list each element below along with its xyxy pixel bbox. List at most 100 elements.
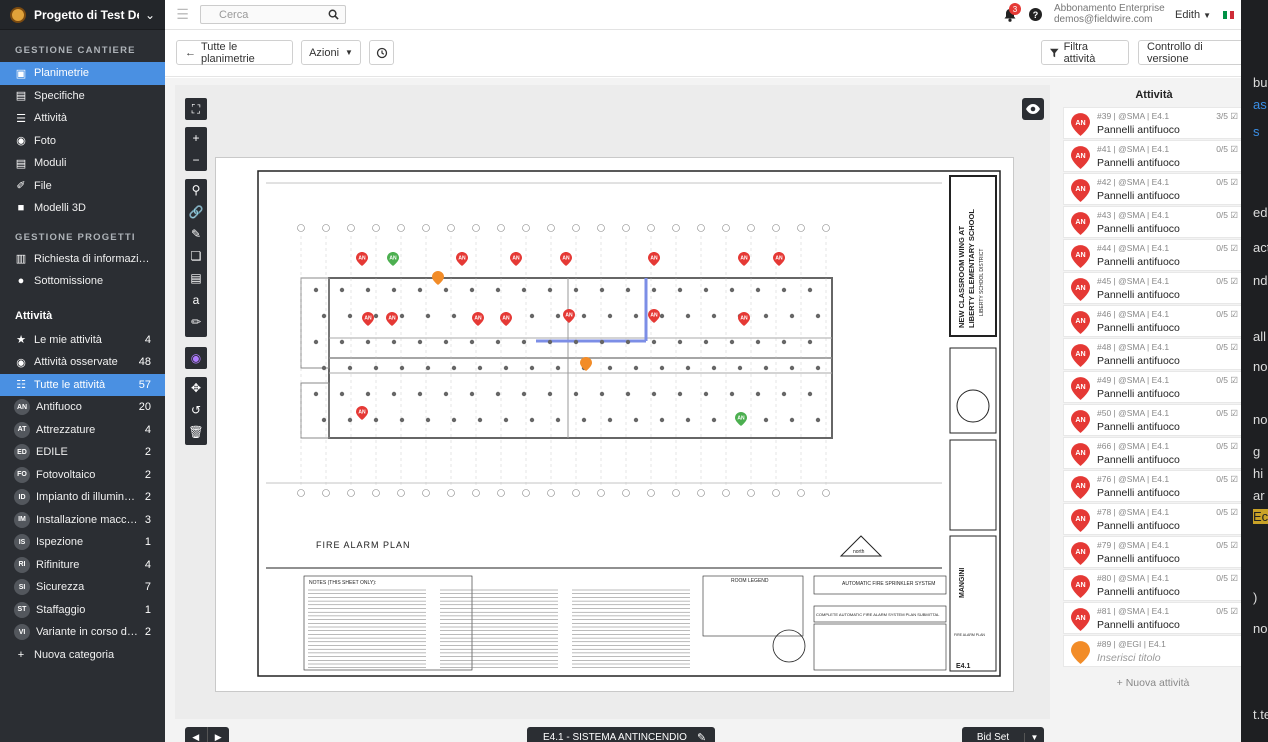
plan-pin-icon[interactable]: AN — [387, 252, 399, 266]
activity-card[interactable]: AN #81 | @SMA | E4.1 0/5 ☑ Pannelli antifuo… — [1063, 602, 1245, 634]
sidebar-item[interactable]: ◉ Attività osservate 48 — [0, 351, 165, 374]
plan-viewer[interactable]: ⛶ + − ⚲ 🔗 ✎ ❏ ▤ a ✏ ◉ ✥ ↺ 🗑 FIRE ALARM P… — [175, 85, 1050, 719]
zoom-in-icon[interactable]: + — [185, 127, 207, 149]
plan-pin-icon[interactable]: AN — [510, 252, 522, 266]
sidebar-item[interactable]: ▤ Moduli — [0, 152, 165, 175]
italian-flag-icon[interactable] — [1223, 11, 1235, 19]
sidebar-item[interactable]: SI Sicurezza 7 — [0, 576, 165, 599]
back-to-plans-button[interactable]: ← Tutte le planimetrie — [176, 40, 293, 65]
plan-pin-icon[interactable]: AN — [735, 412, 747, 426]
sidebar-item[interactable]: AT Attrezzature 4 — [0, 419, 165, 442]
next-sheet-icon[interactable]: ▶ — [208, 727, 230, 742]
sidebar-item[interactable]: VI Variante in corso d'op... 2 — [0, 621, 165, 644]
sidebar-item[interactable]: ■ Modelli 3D — [0, 197, 165, 220]
move-icon[interactable]: ✥ — [185, 377, 207, 399]
expand-icon[interactable]: ⛶ — [185, 98, 207, 120]
plan-pin-icon[interactable]: AN — [738, 252, 750, 266]
shape-tool-icon[interactable]: ❏ — [185, 245, 207, 267]
sidebar-item[interactable]: ID Impianto di illuminazi... 2 — [0, 486, 165, 509]
version-control-button[interactable]: Controllo di versione — [1138, 40, 1247, 65]
layers-button[interactable]: ◉ — [185, 347, 207, 369]
new-activity-button[interactable]: + Nuova attività — [1062, 677, 1244, 689]
sidebar-item[interactable]: ED EDILE 2 — [0, 441, 165, 464]
plan-pin-icon[interactable]: AN — [386, 312, 398, 326]
filter-activities-button[interactable]: Filtra attività — [1041, 40, 1129, 65]
activity-card[interactable]: AN #42 | @SMA | E4.1 0/5 ☑ Pannelli antifuo… — [1063, 173, 1245, 205]
fullscreen-button[interactable]: ⛶ — [185, 98, 207, 120]
activity-card[interactable]: AN #45 | @SMA | E4.1 0/5 ☑ Pannelli antifuo… — [1063, 272, 1245, 304]
sidebar-item[interactable]: IM Installazione macchin... 3 — [0, 509, 165, 532]
trash-icon[interactable]: 🗑 — [185, 421, 207, 443]
plan-pin-icon[interactable]: AN — [500, 312, 512, 326]
plan-pin-icon[interactable]: AN — [356, 406, 368, 420]
pencil-icon[interactable]: ✎ — [697, 731, 709, 742]
user-menu[interactable]: Edith ▼ — [1175, 9, 1211, 21]
activity-card[interactable]: AN #50 | @SMA | E4.1 0/5 ☑ Pannelli antifuo… — [1063, 404, 1245, 436]
activity-card[interactable]: AN #80 | @SMA | E4.1 0/5 ☑ Pannelli antifuo… — [1063, 569, 1245, 601]
activity-card[interactable]: AN #66 | @SMA | E4.1 0/5 ☑ Pannelli antifuo… — [1063, 437, 1245, 469]
plan-pin-icon[interactable]: AN — [648, 252, 660, 266]
activity-card[interactable]: AN #39 | @SMA | E4.1 3/5 ☑ Pannelli antifuo… — [1063, 107, 1245, 139]
previous-sheet-icon[interactable]: ◀ — [185, 727, 208, 742]
sidebar-item[interactable]: ● Sottomissione — [0, 270, 165, 293]
plan-pin-icon[interactable]: AN — [362, 312, 374, 326]
help-icon[interactable]: ? — [1029, 8, 1042, 21]
briefcase-tool-icon[interactable]: ▤ — [185, 267, 207, 289]
sidebar-item[interactable]: IS Ispezione 1 — [0, 531, 165, 554]
sidebar-item[interactable]: RI Rifiniture 4 — [0, 554, 165, 577]
plan-pin-icon[interactable]: AN — [648, 309, 660, 323]
activity-card[interactable]: AN #41 | @SMA | E4.1 0/5 ☑ Pannelli antifuo… — [1063, 140, 1245, 172]
text-tool-icon[interactable]: a — [185, 289, 207, 311]
activity-card[interactable]: AN #79 | @SMA | E4.1 0/5 ☑ Pannelli antifuo… — [1063, 536, 1245, 568]
sidebar-item[interactable]: ☷ Tutte le attività 57 — [0, 373, 165, 396]
plan-pin-icon[interactable]: AN — [738, 312, 750, 326]
plan-pin-icon[interactable]: AN — [560, 252, 572, 266]
ruler-tool-icon[interactable]: ✏ — [185, 311, 207, 333]
zoom-out-icon[interactable]: − — [185, 149, 207, 171]
plan-pin-icon[interactable]: AN — [563, 309, 575, 323]
project-switcher[interactable]: Progetto di Test De... ⌄ — [0, 0, 165, 30]
history-button[interactable] — [369, 40, 394, 65]
floor-plan-drawing[interactable]: FIRE ALARM PLAN NOTES (THIS SHEET ONLY):… — [216, 158, 1013, 691]
sidebar-item[interactable]: ▤ Specifiche — [0, 85, 165, 108]
visibility-toggle[interactable] — [1022, 98, 1044, 120]
search-input[interactable]: Cerca — [200, 5, 346, 24]
activity-card[interactable]: AN #44 | @SMA | E4.1 0/5 ☑ Pannelli antifuo… — [1063, 239, 1245, 271]
sidebar-item[interactable]: AN Antifuoco 20 — [0, 396, 165, 419]
sidebar-item[interactable]: ▥ Richiesta di informazioni — [0, 248, 165, 271]
sidebar-item[interactable]: ✐ File — [0, 175, 165, 198]
link-tool-icon[interactable]: 🔗 — [185, 201, 207, 223]
activity-card[interactable]: AN #48 | @SMA | E4.1 0/5 ☑ Pannelli antifuo… — [1063, 338, 1245, 370]
actions-dropdown[interactable]: Azioni ▼ — [301, 40, 361, 65]
sidebar-item[interactable]: ST Staffaggio 1 — [0, 599, 165, 622]
sidebar-item[interactable]: ☰ Attività — [0, 107, 165, 130]
pin-tool-icon[interactable]: ⚲ — [185, 179, 207, 201]
activity-card[interactable]: AN #43 | @SMA | E4.1 0/5 ☑ Pannelli antifuo… — [1063, 206, 1245, 238]
account-info[interactable]: Abbonamento Enterprise demos@fieldwire.c… — [1054, 3, 1165, 25]
sidebar-item[interactable]: + Nuova categoria — [0, 644, 165, 667]
menu-icon[interactable]: ☰ — [165, 6, 200, 23]
set-selector[interactable]: Bid Set ▼ — [962, 727, 1044, 742]
caret-down-icon[interactable]: ▼ — [1024, 732, 1044, 742]
plan-pin-icon[interactable]: AN — [472, 312, 484, 326]
activity-card[interactable]: AN #76 | @SMA | E4.1 0/5 ☑ Pannelli antifuo… — [1063, 470, 1245, 502]
activity-card[interactable]: AN #78 | @SMA | E4.1 0/5 ☑ Pannelli antifuo… — [1063, 503, 1245, 535]
activity-card[interactable]: AN #46 | @SMA | E4.1 0/5 ☑ Pannelli antifuo… — [1063, 305, 1245, 337]
sheet-selector[interactable]: E4.1 - SISTEMA ANTINCENDIO ✎ — [527, 727, 715, 742]
layers-icon[interactable]: ◉ — [185, 347, 207, 369]
sidebar-item[interactable]: ★ Le mie attività 4 — [0, 329, 165, 352]
plan-pin-icon[interactable]: AN — [773, 252, 785, 266]
pencil-tool-icon[interactable]: ✎ — [185, 223, 207, 245]
rotate-icon[interactable]: ↺ — [185, 399, 207, 421]
drawing-sheet[interactable]: FIRE ALARM PLAN NOTES (THIS SHEET ONLY):… — [215, 157, 1014, 692]
search-icon[interactable] — [328, 9, 339, 20]
sidebar-item[interactable]: FO Fotovoltaico 2 — [0, 464, 165, 487]
plan-pin-icon[interactable] — [580, 357, 592, 371]
activity-card[interactable]: AN #49 | @SMA | E4.1 0/5 ☑ Pannelli antifuo… — [1063, 371, 1245, 403]
plan-pin-icon[interactable] — [432, 271, 444, 285]
sidebar-item[interactable]: ▣ Planimetrie — [0, 62, 165, 85]
plan-pin-icon[interactable]: AN — [356, 252, 368, 266]
chevron-down-icon[interactable]: ⌄ — [145, 8, 155, 22]
activity-card[interactable]: #89 | @EGI | E4.1 Inserisci titolo — [1063, 635, 1245, 667]
sidebar-item[interactable]: ◉ Foto — [0, 130, 165, 153]
